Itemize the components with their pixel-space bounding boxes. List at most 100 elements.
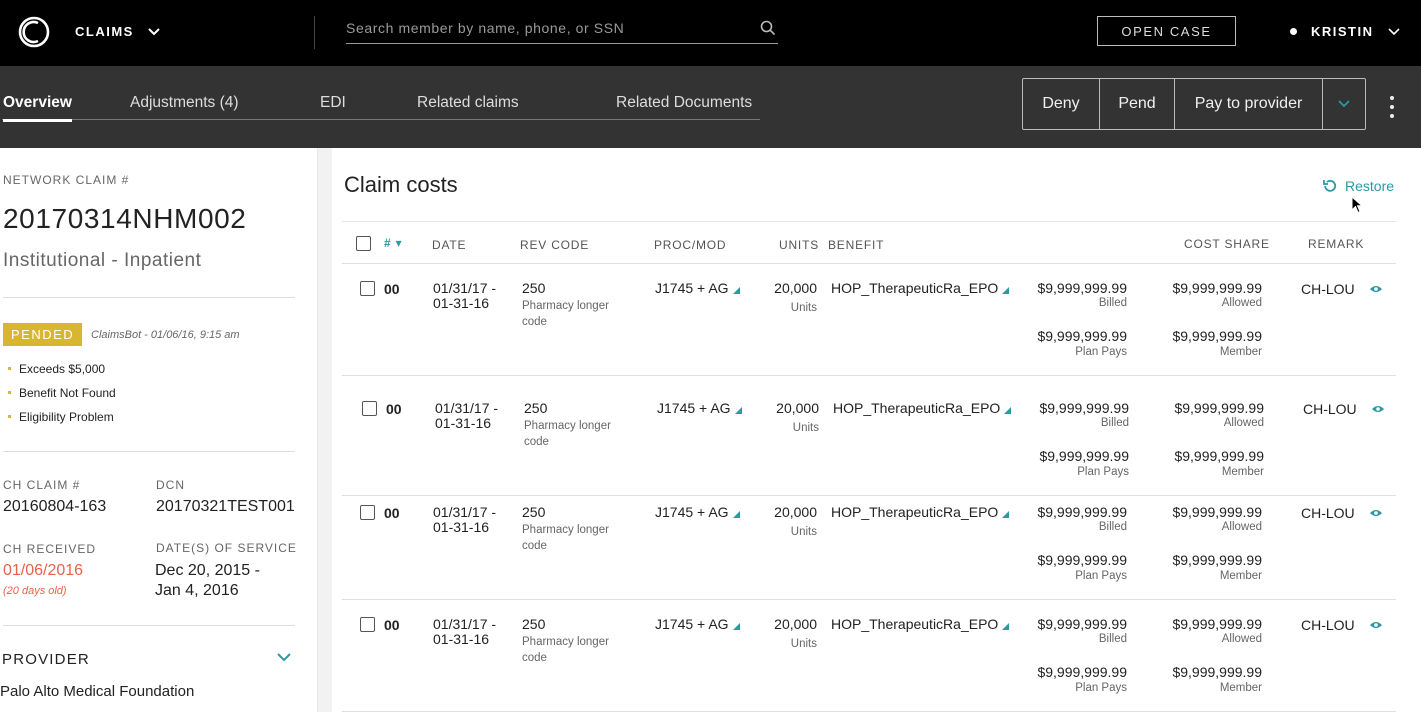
benefit-value: HOP_TherapeuticRa_EPO — [831, 616, 999, 632]
row-checkbox[interactable] — [362, 401, 377, 416]
chevron-down-icon[interactable] — [277, 653, 291, 662]
row-benefit[interactable]: HOP_TherapeuticRa_EPO — [831, 616, 1010, 632]
member-amount: $9,999,999.99 — [1172, 664, 1262, 680]
row-proc-mod[interactable]: J1745 + AG — [655, 504, 740, 520]
tab-underline — [2, 119, 760, 120]
allowed-amount: $9,999,999.99 — [1174, 400, 1264, 416]
ch-received-value: 01/06/2016 — [3, 562, 84, 579]
tab-related-documents[interactable]: Related Documents — [616, 94, 752, 112]
proc-mod-header[interactable]: PROC/MOD — [654, 238, 726, 252]
billed-amount: $9,999,999.99 — [1037, 504, 1127, 520]
row-rev-desc: code — [522, 540, 547, 552]
proc-mod-value: J1745 + AG — [655, 280, 729, 296]
row-remark: CH-LOU — [1301, 281, 1355, 297]
row-date-end: 01-31-16 — [433, 295, 490, 311]
tab-edi[interactable]: EDI — [320, 94, 346, 112]
member-amount: $9,999,999.99 — [1172, 328, 1262, 344]
row-checkbox[interactable] — [360, 617, 375, 632]
benefit-header[interactable]: BENEFIT — [828, 238, 884, 252]
allowed-amount: $9,999,999.99 — [1172, 616, 1262, 632]
row-units: 20,000 — [774, 504, 817, 520]
plan-pays-amount: $9,999,999.99 — [1037, 328, 1127, 344]
tab-overview[interactable]: Overview — [3, 94, 72, 122]
units-header[interactable]: UNITS — [779, 238, 819, 252]
tab-adjustments[interactable]: Adjustments (4) — [130, 94, 239, 112]
billed-label: Billed — [1098, 633, 1127, 645]
eye-icon[interactable] — [1369, 508, 1383, 518]
row-proc-mod[interactable]: J1745 + AG — [655, 280, 740, 296]
plan-pays-amount: $9,999,999.99 — [1037, 552, 1127, 568]
ch-claim-label: CH CLAIM # — [3, 478, 81, 492]
app-switcher[interactable]: CLAIMS — [75, 24, 160, 39]
table-row[interactable]: 00 01/31/17 - 01-31-16 250 Pharmacy long… — [342, 264, 1396, 376]
chevron-down-icon — [1338, 100, 1350, 108]
claim-actions: Deny Pend Pay to provider — [1022, 78, 1366, 130]
date-header[interactable]: DATE — [432, 238, 466, 252]
more-actions-dropdown[interactable] — [1323, 79, 1365, 129]
pend-button[interactable]: Pend — [1100, 79, 1175, 129]
search-input[interactable] — [346, 14, 746, 42]
row-date-start: 01/31/17 - — [433, 280, 497, 296]
allowed-label: Allowed — [1221, 633, 1262, 645]
plan-pays-label: Plan Pays — [1075, 682, 1127, 694]
mouse-pointer-icon — [1351, 196, 1363, 214]
deny-button[interactable]: Deny — [1023, 79, 1100, 129]
tab-related-claims[interactable]: Related claims — [417, 94, 519, 112]
claim-costs-panel: Claim costs Restore # ▾ DATE REV CODE PR… — [332, 148, 1418, 712]
row-remark: CH-LOU — [1301, 617, 1355, 633]
brand-logo-icon[interactable] — [18, 16, 50, 48]
member-label: Member — [1221, 466, 1264, 478]
proc-mod-value: J1745 + AG — [657, 400, 731, 416]
row-proc-mod[interactable]: J1745 + AG — [657, 400, 742, 416]
table-row[interactable]: 00 01/31/17 - 01-31-16 250 Pharmacy long… — [342, 496, 1396, 600]
proc-mod-value: J1745 + AG — [655, 504, 729, 520]
pend-reason: Exceeds $5,000 — [8, 362, 116, 386]
cost-share-header[interactable]: COST SHARE — [1184, 237, 1270, 251]
user-name: KRISTIN — [1311, 24, 1374, 39]
row-benefit[interactable]: HOP_TherapeuticRa_EPO — [831, 504, 1010, 520]
allowed-label: Allowed — [1221, 297, 1262, 309]
plan-pays-amount: $9,999,999.99 — [1039, 448, 1129, 464]
row-benefit[interactable]: HOP_TherapeuticRa_EPO — [831, 280, 1010, 296]
row-benefit[interactable]: HOP_TherapeuticRa_EPO — [833, 400, 1012, 416]
claim-type: Institutional - Inpatient — [3, 250, 202, 271]
row-checkbox[interactable] — [360, 281, 375, 296]
allowed-label: Allowed — [1223, 417, 1264, 429]
allowed-amount: $9,999,999.99 — [1172, 504, 1262, 520]
search-icon[interactable] — [760, 20, 776, 36]
row-proc-mod[interactable]: J1745 + AG — [655, 616, 740, 632]
sort-number-header[interactable]: # ▾ — [384, 236, 402, 250]
plan-pays-amount: $9,999,999.99 — [1037, 664, 1127, 680]
row-rev-desc: Pharmacy longer — [522, 524, 609, 536]
rev-code-header[interactable]: REV CODE — [520, 238, 589, 252]
sort-desc-icon: ▾ — [391, 236, 403, 250]
eye-icon[interactable] — [1369, 284, 1383, 294]
edit-corner-icon — [734, 407, 742, 414]
row-checkbox[interactable] — [360, 505, 375, 520]
provider-name: Palo Alto Medical Foundation — [0, 683, 195, 700]
remark-header[interactable]: REMARK — [1308, 237, 1364, 251]
benefit-value: HOP_TherapeuticRa_EPO — [831, 280, 999, 296]
edit-corner-icon — [732, 287, 740, 294]
ch-received-age: (20 days old) — [3, 585, 67, 597]
row-number: 00 — [384, 505, 400, 521]
table-row[interactable]: 00 01/31/17 - 01-31-16 250 Pharmacy long… — [342, 600, 1396, 712]
restore-button[interactable]: Restore — [1322, 178, 1394, 194]
divider — [314, 16, 315, 49]
panel-gutter — [318, 148, 332, 712]
user-menu[interactable]: KRISTIN — [1290, 24, 1400, 39]
table-row[interactable]: 00 01/31/17 - 01-31-16 250 Pharmacy long… — [342, 376, 1396, 496]
eye-icon[interactable] — [1371, 404, 1385, 414]
dates-of-service-start: Dec 20, 2015 - — [155, 562, 260, 579]
pay-to-provider-button[interactable]: Pay to provider — [1175, 79, 1323, 129]
open-case-button[interactable]: OPEN CASE — [1097, 16, 1236, 46]
tab-bar: Overview Adjustments (4) EDI Related cla… — [0, 66, 760, 148]
row-number: 00 — [384, 281, 400, 297]
select-all-checkbox[interactable] — [356, 236, 371, 251]
ch-claim-value: 20160804-163 — [3, 498, 107, 515]
row-date-end: 01-31-16 — [433, 631, 490, 647]
eye-icon[interactable] — [1369, 620, 1383, 630]
network-claim-number: 20170314NHM002 — [3, 203, 247, 234]
kebab-menu-icon[interactable] — [1383, 94, 1401, 120]
row-rev-desc: Pharmacy longer — [522, 300, 609, 312]
